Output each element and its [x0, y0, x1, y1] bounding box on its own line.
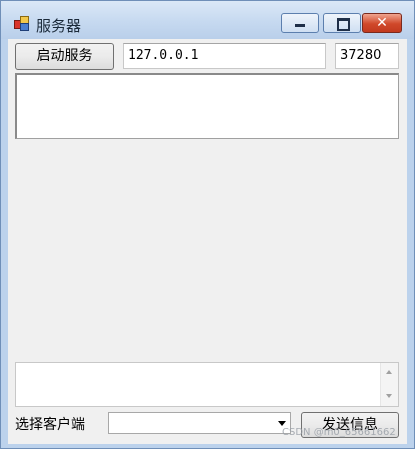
- message-input[interactable]: [15, 362, 399, 407]
- app-icon: [14, 16, 29, 31]
- select-client-label: 选择客户端: [15, 417, 85, 433]
- start-service-button[interactable]: 启动服务: [15, 43, 114, 70]
- scroll-up-icon[interactable]: [386, 370, 392, 374]
- title-bar[interactable]: 服务器 ✕: [1, 1, 414, 39]
- minimize-icon: [295, 24, 305, 27]
- server-window: 服务器 ✕ 启动服务 127.0.0.1 37280 选择客户端 发送信息: [0, 0, 415, 449]
- maximize-button[interactable]: [323, 13, 361, 33]
- dropdown-arrow-icon[interactable]: [278, 421, 286, 426]
- maximize-icon: [337, 18, 350, 31]
- minimize-button[interactable]: [281, 13, 319, 33]
- watermark: CSDN @m0_65661662: [282, 427, 396, 438]
- window-title: 服务器: [36, 17, 82, 35]
- ip-address-field[interactable]: 127.0.0.1: [123, 43, 326, 69]
- close-icon: ✕: [376, 15, 388, 31]
- message-scrollbar[interactable]: [380, 363, 398, 406]
- scroll-down-icon[interactable]: [386, 394, 392, 398]
- log-textbox[interactable]: [15, 73, 399, 139]
- client-select[interactable]: [108, 412, 291, 434]
- port-field[interactable]: 37280: [335, 43, 399, 69]
- close-button[interactable]: ✕: [362, 13, 402, 33]
- client-area: 启动服务 127.0.0.1 37280 选择客户端 发送信息: [8, 39, 407, 444]
